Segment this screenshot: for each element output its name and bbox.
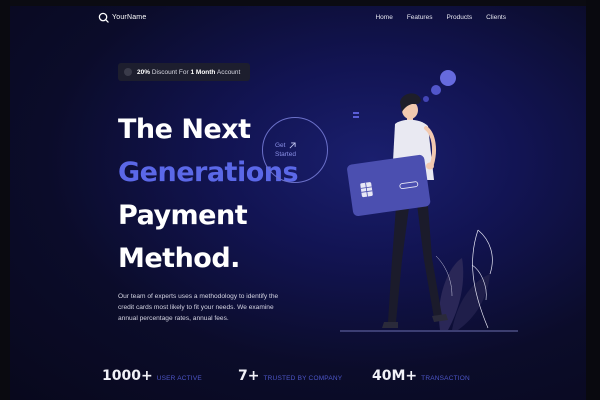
stat-trusted-by-company: 7+ TRUSTED BY COMPANY (238, 368, 342, 384)
landing-page: YourName Home Features Products Clients … (0, 0, 600, 400)
bubble-small (423, 96, 429, 102)
stat-number: 40M+ (372, 368, 418, 384)
nav-links: Home Features Products Clients (375, 14, 506, 21)
stat-user-active: 1000+ USER ACTIVE (102, 368, 202, 384)
dot-icon (124, 68, 132, 76)
stat-label: TRUSTED BY COMPANY (263, 375, 343, 382)
window-left-edge (0, 0, 10, 400)
badge-text-part: Discount For (150, 68, 191, 76)
payment-illustration (340, 70, 518, 332)
stat-label: TRANSACTION (421, 375, 470, 382)
bubble-large (440, 70, 456, 86)
headline-line-4: Method. (118, 243, 240, 274)
badge-text: 20% Discount For 1 Month Account (137, 69, 240, 76)
headline-line-3: Payment (118, 200, 248, 231)
cta-label-line-1: Get (275, 142, 286, 149)
hero-description: Our team of experts uses a methodology t… (118, 293, 279, 322)
stat-transaction: 40M+ TRANSACTION (372, 368, 470, 384)
arrow-up-right-icon (290, 142, 297, 149)
badge-highlight-duration: 1 Month (190, 68, 216, 76)
logo[interactable]: YourName (98, 12, 146, 23)
navbar: YourName Home Features Products Clients (0, 0, 600, 36)
discount-badge: 20% Discount For 1 Month Account (118, 63, 251, 81)
stat-number: 1000+ (102, 368, 153, 384)
search-circle-icon (98, 12, 109, 23)
stats-bar: 1000+ USER ACTIVE 7+ TRUSTED BY COMPANY … (102, 368, 522, 388)
logo-text: YourName (112, 14, 147, 21)
credit-card-icon (347, 154, 431, 216)
bubble-medium (431, 85, 441, 95)
stat-label: USER ACTIVE (156, 375, 202, 382)
get-started-button[interactable]: Get Started (262, 117, 328, 183)
stat-number: 7+ (238, 368, 260, 384)
nav-link-home[interactable]: Home (375, 14, 392, 21)
person-hand (426, 162, 434, 170)
nav-link-features[interactable]: Features (407, 14, 433, 21)
nav-link-clients[interactable]: Clients (486, 14, 506, 21)
window-right-edge (586, 0, 600, 400)
coin-stack (353, 112, 359, 114)
cta-label-line-2: Started (275, 151, 296, 158)
person-shoe-left (382, 322, 398, 328)
badge-text-part2: Account (215, 68, 241, 76)
badge-highlight-percent: 20% (137, 68, 151, 76)
plant-leaf-outline (477, 229, 493, 275)
coin-stack-2 (353, 116, 359, 118)
nav-link-products[interactable]: Products (446, 14, 472, 21)
cta-row: Get (275, 141, 297, 150)
